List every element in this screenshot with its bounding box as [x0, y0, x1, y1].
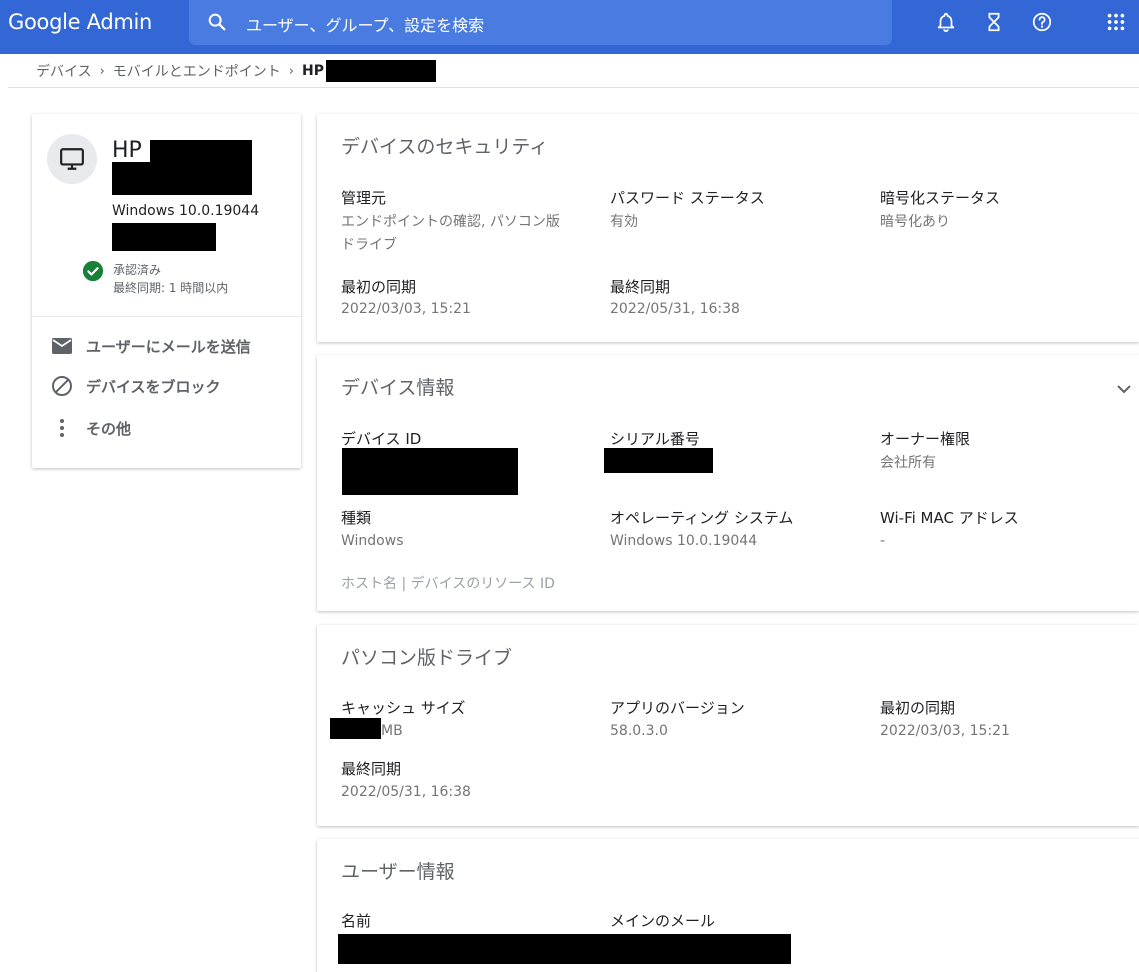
- cache-size-label: キャッシュ サイズ: [341, 699, 466, 717]
- divider: [8, 87, 1139, 88]
- redacted-block: [342, 448, 518, 495]
- app-version-label: アプリのバージョン: [610, 699, 745, 717]
- ownership-label: オーナー権限: [880, 430, 971, 448]
- ownership-value: 会社所有: [880, 455, 936, 471]
- hourglass-icon[interactable]: [983, 11, 1005, 33]
- chevron-right-icon: ›: [288, 63, 294, 79]
- email-user-button[interactable]: ユーザーにメールを送信: [50, 333, 251, 359]
- encryption-status-label: 暗号化ステータス: [880, 189, 1001, 207]
- last-sync-label: 最終同期: [610, 278, 671, 296]
- app-version-value: 58.0.3.0: [610, 723, 668, 739]
- redacted-block: [330, 718, 381, 739]
- managed-by-label: 管理元: [341, 189, 387, 207]
- search-bar[interactable]: ユーザー、グループ、設定を検索: [189, 0, 892, 45]
- hostname-resource-id: ホスト名 | デバイスのリソース ID: [341, 576, 555, 592]
- redacted-block: [338, 934, 791, 964]
- redacted-block: [112, 162, 252, 195]
- password-status-value: 有効: [610, 214, 638, 230]
- last-sync-value: 2022/05/31, 16:38: [341, 784, 471, 800]
- google-admin-logo[interactable]: Google Admin: [8, 10, 152, 34]
- approval-status: 承認済み: [113, 263, 162, 277]
- mail-icon: [52, 338, 72, 354]
- chevron-down-icon[interactable]: [1112, 377, 1136, 401]
- encryption-status-value: 暗号化あり: [880, 214, 950, 230]
- search-input[interactable]: ユーザー、グループ、設定を検索: [246, 12, 484, 36]
- chevron-right-icon: ›: [99, 63, 105, 79]
- block-device-button[interactable]: デバイスをブロック: [50, 373, 221, 399]
- divider: [32, 316, 301, 317]
- block-icon: [52, 376, 72, 396]
- card-title: デバイスのセキュリティ: [341, 136, 549, 158]
- user-name-label: 名前: [341, 912, 372, 930]
- device-os: Windows 10.0.19044: [112, 203, 260, 219]
- last-sync-label: 最終同期: [341, 760, 402, 778]
- breadcrumb: デバイス › モバイルとエンドポイント › HP: [36, 59, 436, 83]
- redacted-block: [112, 223, 216, 251]
- computer-icon: [60, 148, 84, 170]
- redacted-block: [604, 448, 713, 473]
- last-sync-value: 2022/05/31, 16:38: [610, 301, 740, 317]
- managed-by-value: エンドポイントの確認, パソコン版ドライブ: [341, 214, 560, 253]
- card-title: デバイス情報: [341, 377, 455, 399]
- check-circle-icon: [82, 260, 104, 282]
- user-info-card: ユーザー情報 名前 メインのメール: [317, 839, 1139, 972]
- first-sync-value: 2022/03/03, 15:21: [880, 723, 1010, 739]
- breadcrumb-devices[interactable]: デバイス: [36, 61, 92, 81]
- device-name: HP: [112, 138, 142, 163]
- serial-number-label: シリアル番号: [610, 430, 700, 448]
- breadcrumb-mobile-endpoints[interactable]: モバイルとエンドポイント: [113, 61, 281, 81]
- help-icon[interactable]: [1031, 11, 1053, 33]
- top-app-bar: Google Admin ユーザー、グループ、設定を検索: [0, 0, 1139, 54]
- drive-card: パソコン版ドライブ キャッシュ サイズ MB アプリのバージョン 58.0.3.…: [317, 625, 1139, 826]
- device-info-card: デバイス情報 デバイス ID シリアル番号 オーナー権限 会社所有 種類 Win…: [317, 355, 1139, 611]
- primary-email-label: メインのメール: [610, 912, 716, 930]
- type-label: 種類: [341, 509, 372, 527]
- last-sync-status: 最終同期: 1 時間以内: [113, 281, 229, 295]
- bell-icon[interactable]: [935, 11, 957, 33]
- card-title: ユーザー情報: [341, 861, 455, 883]
- first-sync-label: 最初の同期: [880, 699, 956, 717]
- apps-grid-icon[interactable]: [1105, 11, 1127, 33]
- password-status-label: パスワード ステータス: [610, 189, 765, 207]
- wifi-mac-label: Wi-Fi MAC アドレス: [880, 509, 1019, 527]
- more-actions-button[interactable]: その他: [50, 415, 131, 441]
- device-status: 承認済み 最終同期: 1 時間以内: [113, 261, 228, 297]
- search-icon: [208, 13, 226, 31]
- block-device-label: デバイスをブロック: [86, 377, 221, 396]
- more-actions-label: その他: [86, 419, 132, 438]
- first-sync-label: 最初の同期: [341, 278, 417, 296]
- more-vert-icon: [60, 419, 64, 437]
- os-label: オペレーティング システム: [610, 509, 794, 527]
- os-value: Windows 10.0.19044: [610, 533, 758, 549]
- card-title: パソコン版ドライブ: [341, 647, 513, 669]
- type-value: Windows: [341, 533, 404, 549]
- redacted-block: [150, 140, 252, 162]
- device-avatar: [47, 134, 97, 184]
- wifi-mac-value: -: [880, 533, 886, 549]
- redacted-block: [325, 60, 436, 82]
- device-id-label: デバイス ID: [341, 430, 422, 448]
- breadcrumb-current: HP: [302, 63, 324, 79]
- device-security-card: デバイスのセキュリティ 管理元 エンドポイントの確認, パソコン版ドライブ パス…: [317, 114, 1139, 342]
- cache-size-unit: MB: [381, 723, 403, 739]
- device-summary-card: HP Windows 10.0.19044 承認済み 最終同期: 1 時間以内 …: [32, 114, 301, 468]
- email-user-label: ユーザーにメールを送信: [86, 337, 251, 356]
- first-sync-value: 2022/03/03, 15:21: [341, 301, 471, 317]
